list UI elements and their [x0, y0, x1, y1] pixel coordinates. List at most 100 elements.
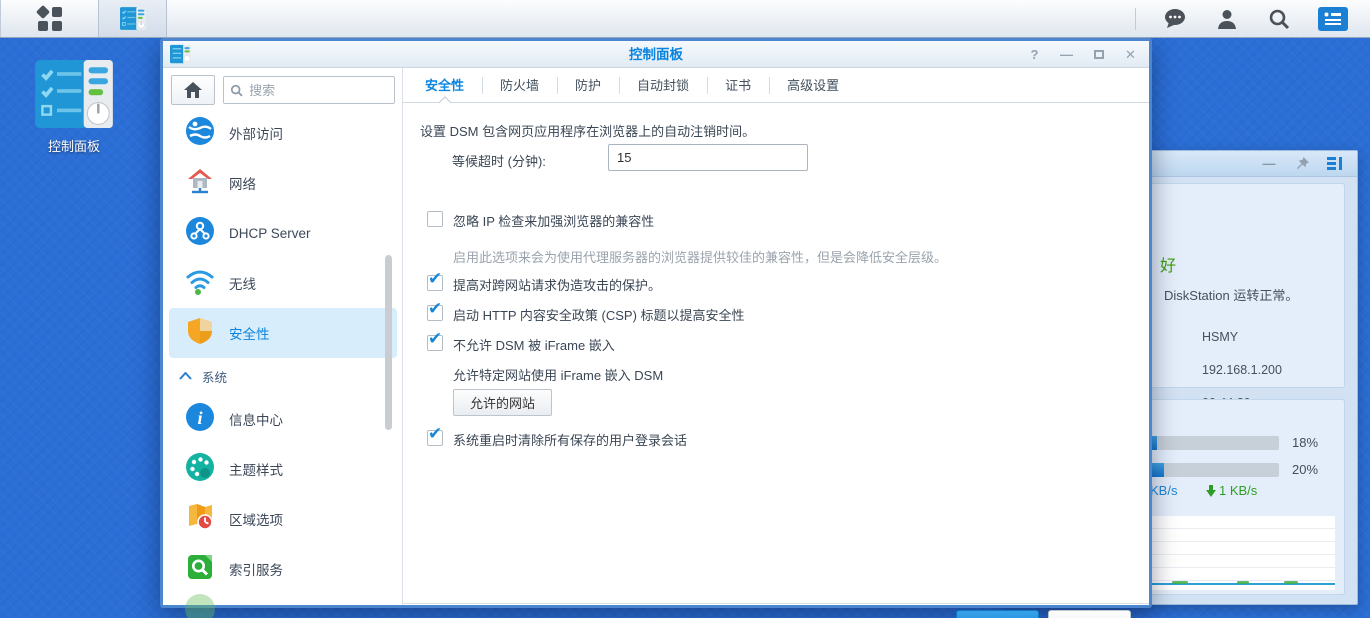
- csrf-protection-checkbox[interactable]: [427, 275, 443, 291]
- sidebar-item-label: 索引服务: [229, 559, 283, 579]
- taskbar: [0, 0, 1370, 38]
- timeout-label: 等候超时 (分钟):: [452, 151, 546, 170]
- sidebar-item-regional-options[interactable]: 区域选项: [169, 494, 397, 544]
- checkbox-row-csrf: 提高对跨网站请求伪造攻击的保护。: [427, 275, 661, 294]
- tab-firewall[interactable]: 防火墙: [482, 68, 557, 102]
- sidebar-item-label: 主题样式: [229, 459, 283, 479]
- widget-panel-icon[interactable]: [1327, 156, 1343, 172]
- control-panel-window: 控制面板 ? — ✕: [160, 38, 1152, 608]
- sidebar-items: 外部访问 网络 DHCP Server: [163, 108, 403, 605]
- svg-text:i: i: [197, 408, 202, 428]
- tab-protection[interactable]: 防护: [557, 68, 619, 102]
- tab-advanced[interactable]: 高级设置: [769, 68, 857, 102]
- desktop-shortcut-label: 控制面板: [28, 136, 120, 155]
- minimize-button[interactable]: —: [1058, 46, 1075, 63]
- sidebar-item-indexing-service[interactable]: 索引服务: [169, 544, 397, 594]
- sidebar-item-wireless[interactable]: 无线: [169, 258, 397, 308]
- dhcp-icon: [185, 216, 215, 251]
- sidebar-item-label: 无线: [229, 273, 256, 293]
- globe-icon: [185, 116, 215, 151]
- pin-icon[interactable]: [1294, 156, 1310, 172]
- widgets-icon[interactable]: [1318, 7, 1348, 31]
- sidebar-toolbar: [163, 68, 403, 112]
- taskbar-control-panel-button[interactable]: [98, 0, 167, 37]
- sidebar-item-partial-icon: [185, 594, 215, 618]
- sidebar-item-security[interactable]: 安全性: [169, 308, 397, 358]
- close-button[interactable]: ✕: [1122, 46, 1139, 63]
- sidebar-item-external-access[interactable]: 外部访问: [169, 108, 397, 158]
- help-button[interactable]: ?: [1026, 46, 1043, 63]
- checkbox-label: 忽略 IP 检查来加强浏览器的兼容性: [453, 211, 654, 230]
- download-speed-label: 1 KB/s: [1206, 483, 1257, 498]
- checkbox-row-clear-sessions: 系统重启时清除所有保存的用户登录会话: [427, 430, 687, 449]
- checkbox-label: 不允许 DSM 被 iFrame 嵌入: [453, 335, 615, 354]
- ignore-ip-hint: 启用此选项来会为使用代理服务器的浏览器提供较佳的兼容性，但是会降低安全层级。: [453, 247, 947, 266]
- desktop-control-panel-shortcut[interactable]: 控制面板: [28, 60, 120, 155]
- search-input[interactable]: [249, 83, 388, 98]
- sidebar-item-label: DHCP Server: [229, 226, 311, 241]
- shield-icon: [185, 316, 215, 351]
- footer-divider: [403, 603, 1149, 604]
- window-titlebar[interactable]: 控制面板 ? — ✕: [163, 41, 1149, 68]
- sidebar-scrollbar[interactable]: [385, 255, 392, 430]
- main-menu-button[interactable]: [1, 0, 98, 37]
- clear-sessions-checkbox[interactable]: [427, 430, 443, 446]
- sidebar-item-label: 外部访问: [229, 123, 283, 143]
- apply-button[interactable]: 应用: [956, 610, 1039, 618]
- sidebar: 外部访问 网络 DHCP Server: [163, 68, 403, 605]
- allowed-sites-button[interactable]: 允许的网站: [453, 389, 552, 416]
- checkbox-label: 提高对跨网站请求伪造攻击的保护。: [453, 275, 661, 294]
- sidebar-item-label: 信息中心: [229, 409, 283, 429]
- upload-speed-label: KB/s: [1150, 483, 1177, 498]
- tab-certificate[interactable]: 证书: [707, 68, 769, 102]
- window-controls: ? — ✕: [1026, 41, 1139, 68]
- user-icon[interactable]: [1214, 6, 1240, 32]
- sidebar-item-network[interactable]: 网络: [169, 158, 397, 208]
- sidebar-item-theme[interactable]: 主题样式: [169, 444, 397, 494]
- sidebar-section-label: 系统: [202, 367, 227, 386]
- desktop: 控制面板 — 好 DiskStation 运转正常。 HSMY 192.168.…: [0, 0, 1370, 618]
- csp-header-checkbox[interactable]: [427, 305, 443, 321]
- sidebar-item-label: 区域选项: [229, 509, 283, 529]
- window-title: 控制面板: [163, 41, 1149, 68]
- tabs-bar: 安全性 防火墙 防护 自动封锁 证书 高级设置: [403, 68, 1149, 103]
- deny-iframe-checkbox[interactable]: [427, 335, 443, 351]
- checkbox-row-ignore-ip: 忽略 IP 检查来加强浏览器的兼容性: [427, 211, 654, 230]
- health-status-highlight: 好: [1160, 252, 1176, 276]
- chevron-up-icon: [179, 372, 192, 380]
- checkbox-label: 系统重启时清除所有保存的用户登录会话: [453, 430, 687, 449]
- wifi-icon: [185, 266, 215, 301]
- checkbox-row-iframe: 不允许 DSM 被 iFrame 嵌入: [427, 335, 615, 354]
- ram-usage-percent: 20%: [1292, 462, 1318, 477]
- region-icon: [185, 502, 215, 537]
- maximize-button[interactable]: [1090, 46, 1107, 63]
- tab-security[interactable]: 安全性: [407, 68, 482, 102]
- taskbar-right-icons: [1135, 0, 1370, 37]
- pane-description: 设置 DSM 包含网页应用程序在浏览器上的自动注销时间。: [420, 121, 755, 140]
- checkbox-label: 启动 HTTP 内容安全政策 (CSP) 标题以提高安全性: [453, 305, 745, 324]
- info-icon: i: [185, 402, 215, 437]
- taskbar-right-separator: [1135, 8, 1136, 30]
- search-icon[interactable]: [1266, 6, 1292, 32]
- chat-icon[interactable]: [1162, 6, 1188, 32]
- reset-button[interactable]: 重置: [1048, 610, 1131, 618]
- sidebar-item-info-center[interactable]: i 信息中心: [169, 394, 397, 444]
- home-button[interactable]: [171, 75, 215, 105]
- control-panel-app-icon: [28, 60, 120, 128]
- sidebar-section-system[interactable]: 系统: [163, 358, 403, 394]
- cpu-usage-percent: 18%: [1292, 435, 1318, 450]
- index-icon: [185, 552, 215, 587]
- sidebar-item-label: 网络: [229, 173, 256, 193]
- security-pane: 设置 DSM 包含网页应用程序在浏览器上的自动注销时间。 等候超时 (分钟): …: [403, 103, 1149, 605]
- timeout-input[interactable]: [608, 144, 808, 171]
- ignore-ip-checkbox[interactable]: [427, 211, 443, 227]
- sidebar-item-dhcp-server[interactable]: DHCP Server: [169, 208, 397, 258]
- search-box[interactable]: [223, 76, 395, 104]
- widget-minimize-icon[interactable]: —: [1261, 156, 1277, 172]
- iframe-subnote: 允许特定网站使用 iFrame 嵌入 DSM: [453, 365, 663, 384]
- content-area: 安全性 防火墙 防护 自动封锁 证书 高级设置 设置 DSM 包含网页应用程序在…: [403, 68, 1149, 605]
- down-arrow-icon: [1206, 485, 1216, 497]
- search-icon: [230, 83, 243, 98]
- control-panel-app-icon: [120, 7, 146, 30]
- tab-auto-block[interactable]: 自动封锁: [619, 68, 707, 102]
